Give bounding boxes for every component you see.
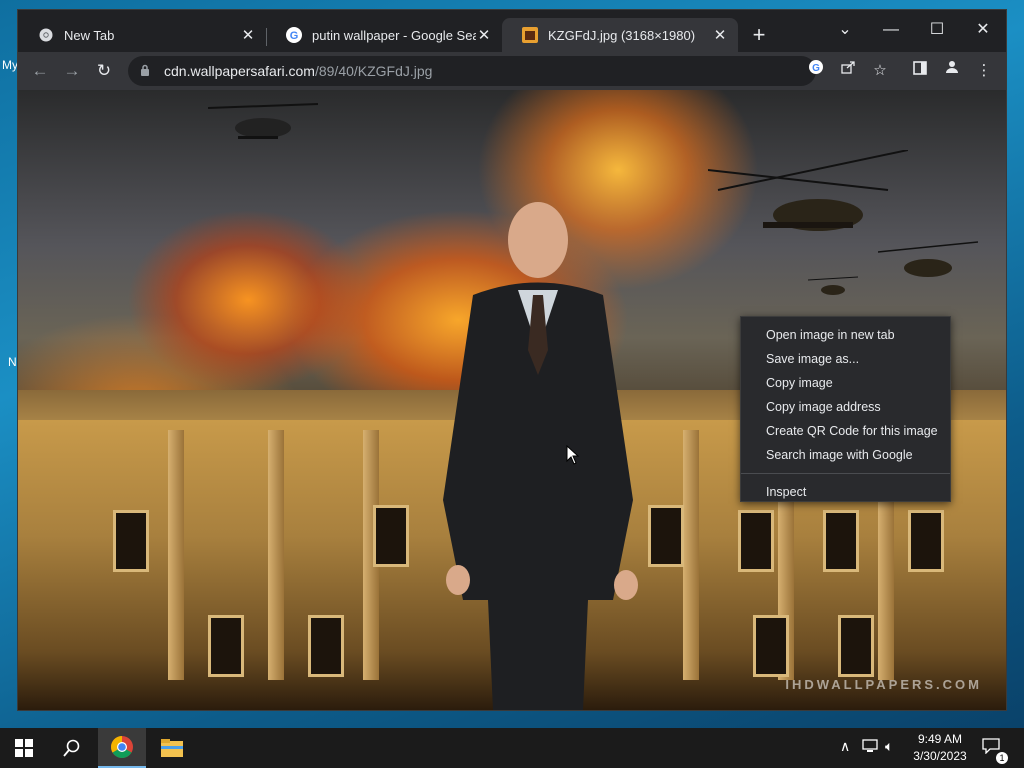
start-button[interactable]: [0, 728, 48, 768]
address-bar[interactable]: cdn.wallpapersafari.com/89/40/KZGFdJ.jpg: [128, 56, 816, 86]
lock-icon[interactable]: [140, 64, 154, 79]
image-window: [838, 615, 874, 677]
taskbar-chrome[interactable]: [98, 728, 146, 768]
menu-create-qr-code[interactable]: Create QR Code for this image: [741, 419, 950, 443]
tab-new-tab[interactable]: New Tab ✕: [18, 18, 266, 52]
back-button[interactable]: ←: [28, 59, 52, 83]
svg-text:G: G: [290, 30, 299, 42]
image-window: [823, 510, 859, 572]
new-tab-button[interactable]: +: [748, 24, 770, 46]
bookmark-star-icon[interactable]: ☆: [868, 59, 892, 83]
show-hidden-icons-button[interactable]: ∧: [840, 738, 850, 755]
image-window: [208, 615, 244, 677]
person-figure-image: [443, 202, 638, 710]
profile-icon[interactable]: [940, 59, 964, 83]
tab-google-search[interactable]: G putin wallpaper - Google Search ✕: [266, 18, 502, 52]
desktop-icon-label[interactable]: My: [2, 58, 18, 72]
reload-button[interactable]: ↻: [92, 59, 116, 83]
google-icon: G: [286, 27, 302, 43]
network-icon[interactable]: [862, 738, 880, 757]
close-tab-icon[interactable]: ✕: [712, 26, 728, 44]
menu-kebab-icon[interactable]: ⋮: [972, 59, 996, 83]
clock-date: 3/30/2023: [913, 749, 967, 763]
google-lens-icon[interactable]: G: [804, 59, 828, 83]
menu-divider: [741, 473, 950, 474]
menu-copy-image-address[interactable]: Copy image address: [741, 395, 950, 419]
tab-image[interactable]: KZGFdJ.jpg (3168×1980) ✕: [502, 18, 738, 52]
image-column: [168, 430, 184, 680]
helicopter-image: [708, 150, 908, 231]
maximize-button[interactable]: ☐: [914, 16, 960, 44]
clock-time: 9:49 AM: [917, 732, 963, 746]
taskbar-clock[interactable]: 9:49 AM 3/30/2023: [900, 731, 980, 765]
browser-toolbar: ← → ↻ cdn.wallpapersafari.com/89/40/KZGF…: [18, 52, 1006, 90]
search-icon: [63, 739, 80, 757]
folder-icon: [161, 739, 183, 757]
image-window: [738, 510, 774, 572]
image-watermark: IHDWALLPAPERS.COM: [785, 677, 982, 692]
side-panel-icon[interactable]: [908, 59, 932, 83]
image-context-menu: Open image in new tab Save image as... C…: [740, 316, 951, 502]
image-column: [683, 430, 699, 680]
helicopter-image: [808, 276, 858, 295]
image-window: [373, 505, 409, 567]
image-window: [753, 615, 789, 677]
windows-logo-icon: [15, 739, 33, 757]
menu-save-image-as[interactable]: Save image as...: [741, 347, 950, 371]
helicopter-image: [878, 241, 978, 277]
helicopter-image: [208, 103, 318, 139]
url-text: cdn.wallpapersafari.com/89/40/KZGFdJ.jpg: [164, 63, 432, 79]
minimize-button[interactable]: —: [868, 16, 914, 44]
taskbar: ∧ 🔈︎ 9:49 AM 3/30/2023 1: [0, 728, 1024, 768]
chrome-icon: [38, 27, 54, 43]
tab-title: putin wallpaper - Google Search: [312, 27, 476, 43]
url-domain: cdn.wallpapersafari.com: [164, 63, 315, 79]
forward-button[interactable]: →: [60, 59, 84, 83]
tab-search-button[interactable]: ⌄: [822, 16, 868, 44]
image-icon: [522, 27, 538, 43]
menu-open-image-new-tab[interactable]: Open image in new tab: [741, 323, 950, 347]
mouse-cursor-icon: [566, 445, 580, 465]
image-window: [113, 510, 149, 572]
image-window: [308, 615, 344, 677]
tab-title: KZGFdJ.jpg (3168×1980): [548, 27, 696, 43]
notification-count-badge: 1: [996, 752, 1008, 764]
taskbar-file-explorer[interactable]: [148, 728, 196, 768]
close-window-button[interactable]: ✕: [960, 16, 1006, 44]
desktop-icon-label[interactable]: N: [8, 355, 17, 369]
search-button[interactable]: [48, 728, 96, 768]
url-path: /89/40/KZGFdJ.jpg: [314, 63, 433, 79]
svg-text:G: G: [812, 63, 820, 74]
close-tab-icon[interactable]: ✕: [240, 26, 256, 44]
tab-strip: New Tab ✕ G putin wallpaper - Google Sea…: [18, 10, 1006, 52]
menu-inspect[interactable]: Inspect: [741, 480, 950, 504]
share-icon[interactable]: [836, 59, 860, 83]
tab-title: New Tab: [64, 27, 115, 43]
image-column: [268, 430, 284, 680]
close-tab-icon[interactable]: ✕: [476, 26, 492, 44]
volume-icon[interactable]: 🔈︎: [885, 738, 893, 755]
menu-copy-image[interactable]: Copy image: [741, 371, 950, 395]
image-window: [908, 510, 944, 572]
menu-search-image-google[interactable]: Search image with Google: [741, 443, 950, 467]
chrome-icon: [111, 736, 133, 758]
